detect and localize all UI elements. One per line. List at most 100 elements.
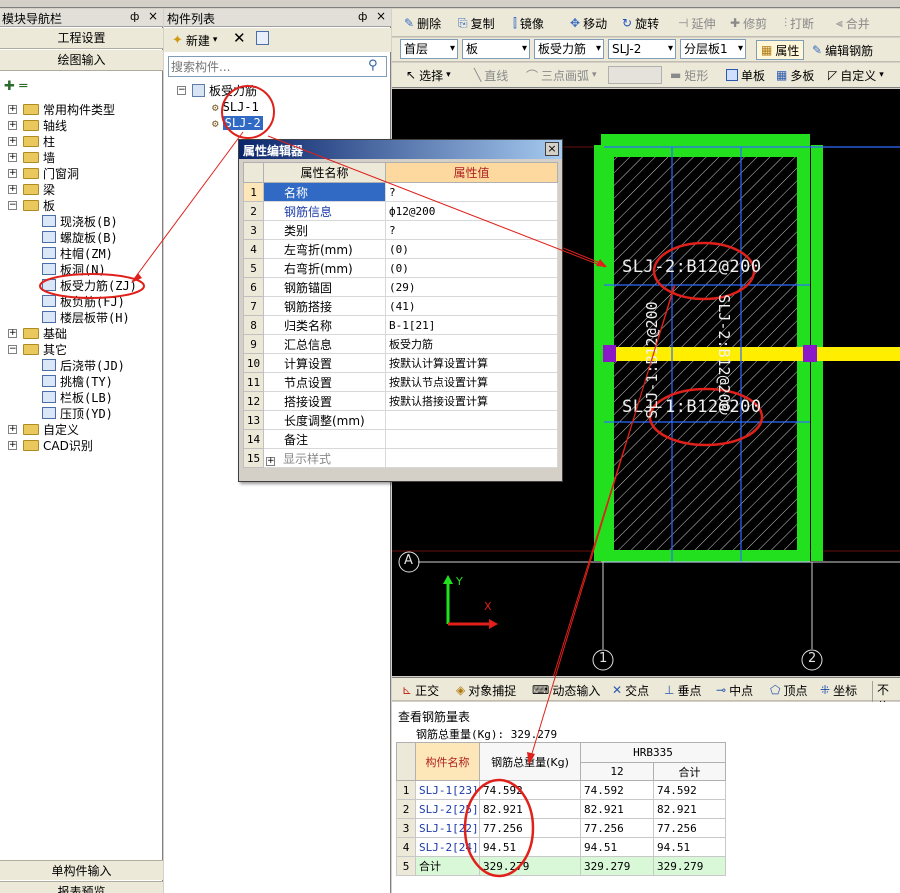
collapse-icon[interactable]: − [8,344,17,354]
expand-icon[interactable]: + [8,136,17,146]
perpendicular-snap-button[interactable]: ⊥ 垂点 [660,680,705,700]
new-component-button[interactable]: ✦ 新建 ▾ [168,30,221,50]
close-icon[interactable]: × [376,9,386,23]
copy-component-icon[interactable] [256,31,269,45]
property-value[interactable]: B-1[21] [385,315,558,335]
copy-button[interactable]: ⎘ 复制 [454,13,499,33]
nav-tree-item[interactable]: 柱帽(ZM) [42,245,113,261]
nav-tree-item[interactable]: + 墙 [8,149,55,165]
property-row[interactable]: 1 名称? [243,182,558,202]
floor-select[interactable]: 首层 [400,39,458,59]
property-editor-title-bar[interactable]: 属性编辑器 × [239,140,562,159]
property-row[interactable]: 12 搭接设置 按默认搭接设置计算 [243,391,558,411]
mirror-button[interactable]: ⫿ 镜像 [509,13,548,33]
break-button[interactable]: ⫶ 打断 [780,13,818,33]
single-component-button[interactable]: 单构件输入 [0,860,163,880]
nav-tree-item[interactable]: 栏板(LB) [42,389,113,405]
collapse-icon[interactable]: − [177,85,186,95]
property-row[interactable]: 9 汇总信息 板受力筋 [243,334,558,354]
nav-tree-item[interactable]: + 自定义 [8,421,79,437]
property-row[interactable]: 15 + 显示样式 [243,448,558,468]
property-value[interactable]: 板受力筋 [385,334,558,354]
property-row[interactable]: 14 备注 [243,429,558,449]
layer-select[interactable]: 分层板1 [680,39,746,59]
tree-item-slj2[interactable]: ⚙ SLJ-2 [212,115,263,131]
nav-tree-item[interactable]: 现浇板(B) [42,213,118,229]
pin-icon[interactable]: ф [358,10,367,23]
nav-tree-item[interactable]: + 柱 [8,133,55,149]
expand-icon[interactable]: + [8,184,17,194]
property-value[interactable]: (0) [385,239,558,259]
property-value[interactable] [385,410,558,430]
table-row[interactable]: 1 SLJ-1[23] 74.592 74.592 74.592 [396,780,726,800]
nav-tree-item[interactable]: − 其它 [8,341,67,357]
nav-tree-item[interactable]: + 常用构件类型 [8,101,115,117]
type-select[interactable]: 板 [462,39,530,59]
table-row[interactable]: 3 SLJ-1[22] 77.256 77.256 77.256 [396,818,726,838]
extend-button[interactable]: ⊣ 延伸 [674,13,719,33]
expand-icon[interactable]: + [8,152,17,162]
object-snap-button[interactable]: ◈ 对象捕捉 [452,680,520,700]
expand-icon[interactable]: + [8,328,17,338]
ortho-button[interactable]: ⊾ 正交 [398,680,443,700]
rect-button[interactable]: ▬ 矩形 [666,65,712,85]
nav-tree-item[interactable]: 板受力筋(ZJ) [42,277,137,293]
nav-tree-item[interactable]: + CAD识别 [8,437,93,453]
property-value[interactable]: (0) [385,258,558,278]
property-row[interactable]: 10 计算设置 按默认计算设置计算 [243,353,558,373]
property-row[interactable]: 2 钢筋信息 ф12@200 [243,201,558,221]
nav-tree-item[interactable]: 楼层板带(H) [42,309,130,325]
property-value[interactable]: 按默认搭接设置计算 [385,391,558,411]
collapse-icon[interactable]: − [8,200,17,210]
expand-icon[interactable]: + [8,440,17,450]
component-search-input[interactable] [171,58,361,75]
single-board-button[interactable]: 单板 [722,65,769,85]
subtype-select[interactable]: 板受力筋 [534,39,604,59]
property-row[interactable]: 7 钢筋搭接 (41) [243,296,558,316]
expand-icon[interactable]: + [8,168,17,178]
rebar-label-vertical-right[interactable]: SLJ-2:B12@200 [715,283,733,423]
trim-button[interactable]: ✚ 修剪 [726,13,771,33]
expand-icon[interactable]: + [8,104,17,114]
tree-root[interactable]: − 板受力筋 [177,82,257,98]
nav-tree-item[interactable]: + 基础 [8,325,67,341]
property-value[interactable]: ? [385,182,558,202]
nav-tree-item[interactable]: 压顶(YD) [42,405,113,421]
report-preview-button[interactable]: 报表预览 [0,881,163,893]
property-value[interactable]: ? [385,220,558,240]
nav-tree-item[interactable]: 螺旋板(B) [42,229,118,245]
delete-component-icon[interactable]: ✕ [233,29,246,47]
property-row[interactable]: 6 钢筋锚固 (29) [243,277,558,297]
property-value[interactable]: 按默认节点设置计算 [385,372,558,392]
property-row[interactable]: 11 节点设置 按默认节点设置计算 [243,372,558,392]
property-value[interactable] [385,429,558,449]
rebar-label-top[interactable]: SLJ-2:B12@200 [622,257,762,277]
project-settings-button[interactable]: 工程设置 [0,28,163,49]
expand-icon[interactable]: + [266,456,275,466]
component-select[interactable]: SLJ-2 [608,39,676,59]
line-button[interactable]: ╲ 直线 [470,65,512,85]
attribute-button[interactable]: ▦ 属性 [756,40,805,60]
disabled-combo[interactable] [608,66,662,84]
dynamic-input-button[interactable]: ⌨ 动态输入 [528,680,604,700]
search-icon[interactable]: ⚲ [368,58,378,73]
multi-board-button[interactable]: ▦ 多板 [772,65,818,85]
property-row[interactable]: 5 右弯折(mm) (0) [243,258,558,278]
property-row[interactable]: 13 长度调整(mm) [243,410,558,430]
close-button[interactable]: × [545,142,559,156]
tree-item-slj1[interactable]: ⚙ SLJ-1 [212,99,259,115]
nav-tree-item[interactable]: 板负筋(FJ) [42,293,125,309]
expand-collapse-icons[interactable]: ✚ ═ [4,79,44,95]
property-row[interactable]: 4 左弯折(mm) (0) [243,239,558,259]
rebar-label-vertical-left[interactable]: SLJ-1:B12@200 [643,290,661,430]
custom-button[interactable]: ◸ 自定义 ▾ [824,65,888,85]
property-row[interactable]: 3 类别? [243,220,558,240]
vertex-snap-button[interactable]: ⬠ 顶点 [766,680,811,700]
property-value[interactable]: 按默认计算设置计算 [385,353,558,373]
table-row[interactable]: 4 SLJ-2[24] 94.51 94.51 94.51 [396,837,726,857]
nav-tree-item[interactable]: + 轴线 [8,117,67,133]
nav-tree-item[interactable]: − 板 [8,197,55,213]
midpoint-snap-button[interactable]: ⊸ 中点 [712,680,757,700]
nav-tree-item[interactable]: + 门窗洞 [8,165,79,181]
expand-icon[interactable]: + [8,424,17,434]
